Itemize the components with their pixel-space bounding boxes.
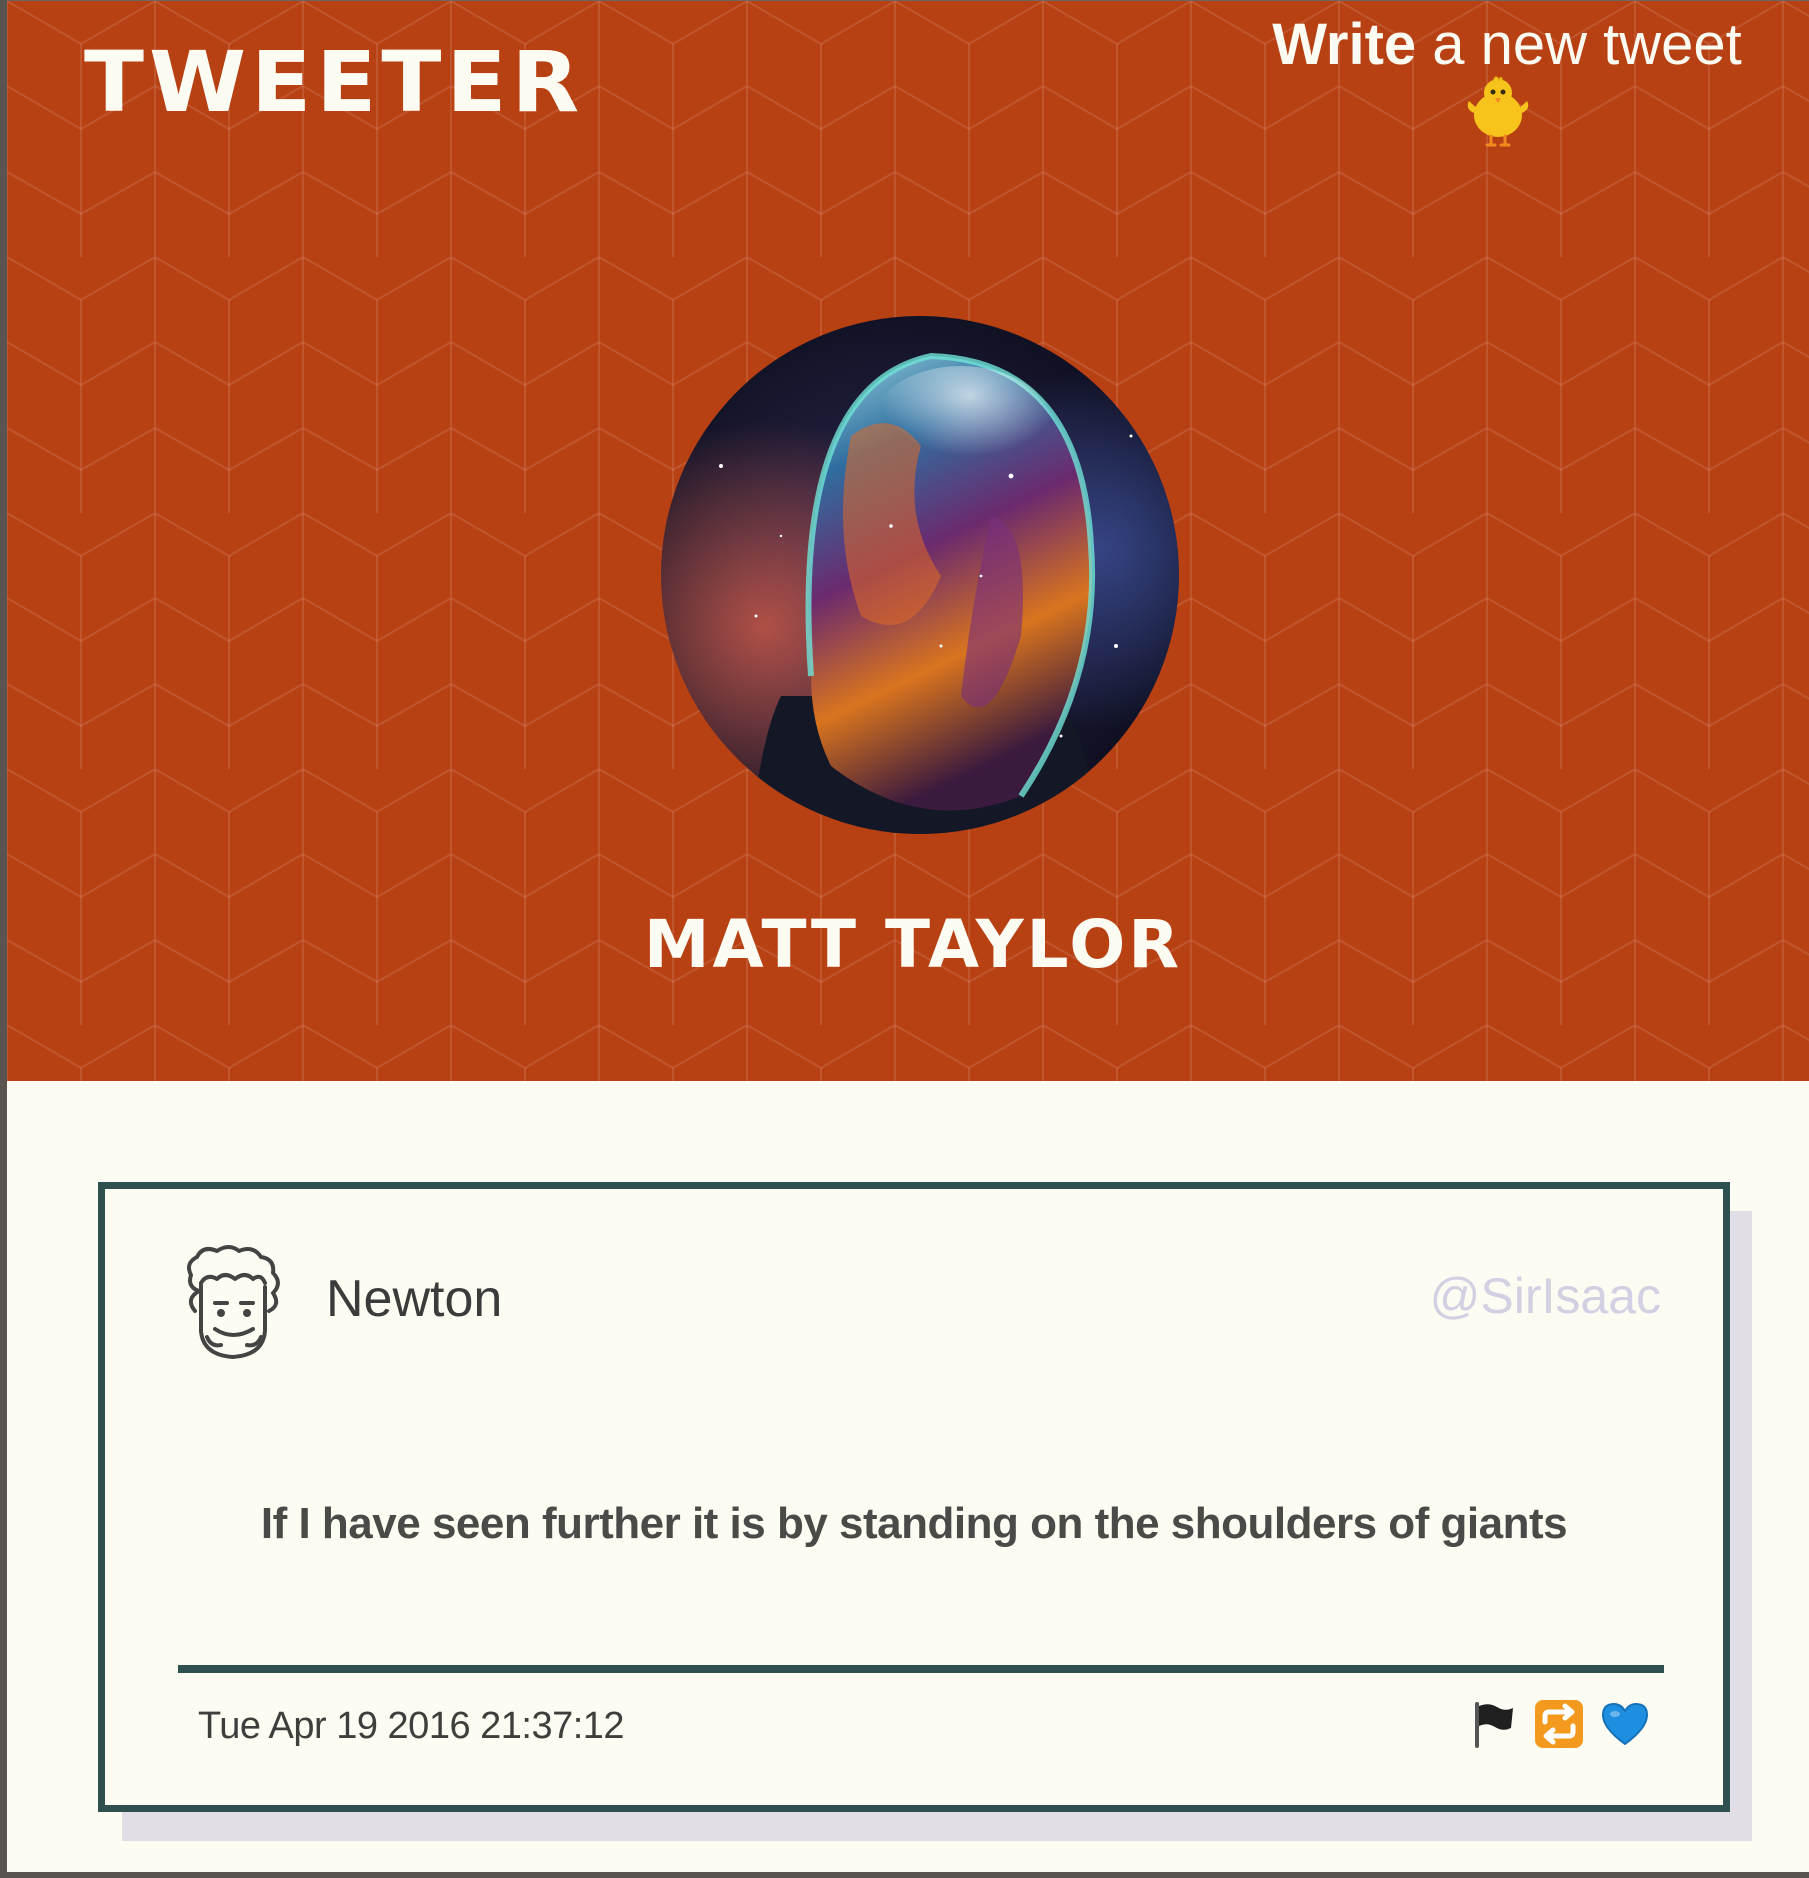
compose-label-rest: a new tweet: [1416, 12, 1742, 77]
app-logo[interactable]: TWEETER: [84, 33, 584, 131]
flag-icon[interactable]: [1467, 1698, 1519, 1750]
compose-toggle-button[interactable]: Write a new tweet: [1247, 9, 1767, 81]
tweet-actions: [1467, 1698, 1651, 1750]
tweet-divider: [178, 1665, 1664, 1673]
profile-name: MATT TAYLOR: [643, 906, 1183, 983]
tweet-text: If I have seen further it is by standing…: [260, 1499, 1568, 1548]
heart-icon[interactable]: [1599, 1698, 1651, 1750]
tweet-author-avatar: [187, 1245, 280, 1359]
profile-avatar: [661, 316, 1179, 834]
tweet-timestamp: Tue Apr 19 2016 21:37:12: [198, 1705, 625, 1747]
hatching-chick-icon[interactable]: [1463, 73, 1533, 147]
page: TWEETER Write a new tweet MATT TAYLOR Ne…: [7, 0, 1809, 1872]
retweet-icon[interactable]: [1533, 1698, 1585, 1750]
profile-header: TWEETER Write a new tweet MATT TAYLOR: [7, 1, 1809, 1081]
compose-label-strong: Write: [1272, 12, 1417, 77]
tweet-author-handle: @SirIsaac: [1429, 1268, 1661, 1324]
tweet-author-name: Newton: [326, 1270, 503, 1328]
tweet-card: Newton @SirIsaac If I have seen further …: [98, 1182, 1730, 1812]
